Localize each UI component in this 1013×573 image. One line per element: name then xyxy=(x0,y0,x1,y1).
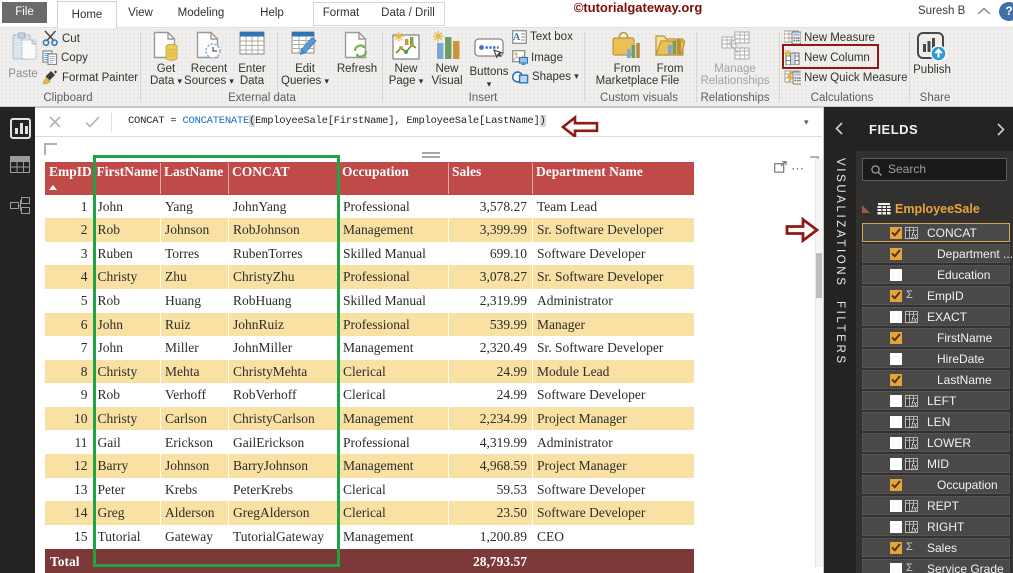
svg-text:fx: fx xyxy=(911,399,917,407)
svg-text:fx: fx xyxy=(911,315,917,323)
svg-text:A: A xyxy=(513,32,521,43)
svg-text:fx: fx xyxy=(911,231,917,239)
svg-text:fx: fx xyxy=(911,504,917,512)
svg-text:fx: fx xyxy=(911,441,917,449)
svg-text:fx: fx xyxy=(911,420,917,428)
svg-text:fx: fx xyxy=(911,462,917,470)
svg-text:fx: fx xyxy=(911,525,917,533)
